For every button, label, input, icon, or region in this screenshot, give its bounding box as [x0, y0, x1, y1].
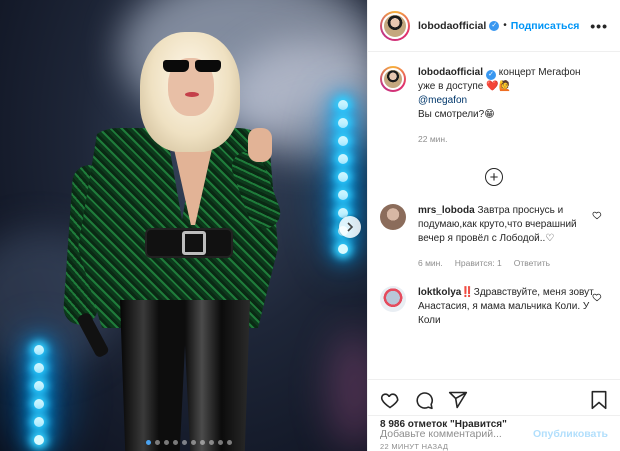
author-username[interactable]: lobodaofficial	[418, 20, 486, 32]
publish-button[interactable]: Опубликовать	[533, 428, 608, 440]
comment-username[interactable]: loktkolya	[418, 287, 461, 298]
carousel-dot	[209, 440, 214, 445]
carousel-dot	[182, 440, 187, 445]
separator: •	[503, 20, 507, 31]
comment-username[interactable]: mrs_loboda	[418, 205, 475, 216]
performer-figure	[0, 0, 367, 451]
carousel-dot	[164, 440, 169, 445]
heart-icon[interactable]	[592, 210, 602, 220]
heart-icon[interactable]	[592, 292, 602, 302]
reply-button[interactable]: Ответить	[514, 256, 550, 270]
comment-likes[interactable]: Нравится: 1	[455, 256, 502, 270]
carousel-dot	[155, 440, 160, 445]
chevron-right-icon	[347, 222, 354, 232]
caption-time[interactable]: 22 мин.	[418, 132, 447, 146]
verified-icon: ✓	[486, 70, 496, 80]
comment-input[interactable]: Добавьте комментарий...	[380, 428, 502, 440]
post-actions	[368, 379, 620, 419]
comment-time[interactable]: 6 мин.	[418, 256, 443, 270]
plus-icon: +	[489, 168, 499, 186]
caption-emoji: ❤️🙋	[486, 81, 511, 92]
caption-meta: 22 мин.	[418, 132, 598, 146]
follow-button[interactable]: Подписаться	[511, 20, 580, 32]
carousel-dot	[218, 440, 223, 445]
carousel-next-button[interactable]	[339, 216, 361, 238]
mention-link[interactable]: @megafon	[418, 95, 467, 106]
carousel-dot	[227, 440, 232, 445]
like-heart-icon[interactable]	[380, 390, 400, 410]
comment-item: mrs_loboda Завтра проснусь и подумаю,как…	[380, 204, 608, 270]
post-modal: lobodaofficial ✓ • Подписаться ••• lobod…	[0, 0, 620, 451]
comment-item: loktkolya‼️Здравствуйте, меня зовут Анас…	[380, 286, 608, 328]
avatar[interactable]	[380, 10, 410, 41]
carousel-dots	[146, 440, 232, 445]
comment-icon[interactable]	[414, 390, 434, 410]
bookmark-icon[interactable]	[590, 390, 608, 410]
share-icon[interactable]	[448, 390, 468, 410]
add-comment-bar: Добавьте комментарий... Опубликовать	[368, 415, 620, 451]
verified-icon: ✓	[489, 20, 500, 31]
more-options-icon[interactable]: •••	[590, 18, 608, 34]
post-header: lobodaofficial ✓ • Подписаться •••	[368, 0, 620, 52]
carousel-dot	[200, 440, 205, 445]
comment-meta: 6 мин. Нравится: 1 Ответить	[418, 256, 598, 270]
avatar[interactable]	[380, 66, 406, 92]
comments-list[interactable]: lobodaofficial ✓ концерт Мегафон уже в до…	[368, 52, 620, 379]
carousel-dot	[146, 440, 151, 445]
post-panel: lobodaofficial ✓ • Подписаться ••• lobod…	[367, 0, 620, 451]
post-photo[interactable]	[0, 0, 367, 451]
load-more-comments-button[interactable]: +	[485, 168, 503, 186]
carousel-dot	[173, 440, 178, 445]
post-caption: lobodaofficial ✓ концерт Мегафон уже в до…	[380, 66, 608, 146]
avatar[interactable]	[380, 204, 406, 230]
avatar[interactable]	[380, 286, 406, 312]
caption-username[interactable]: lobodaofficial	[418, 67, 483, 78]
carousel-dot	[191, 440, 196, 445]
caption-question: Вы смотрели?😁	[418, 109, 495, 120]
